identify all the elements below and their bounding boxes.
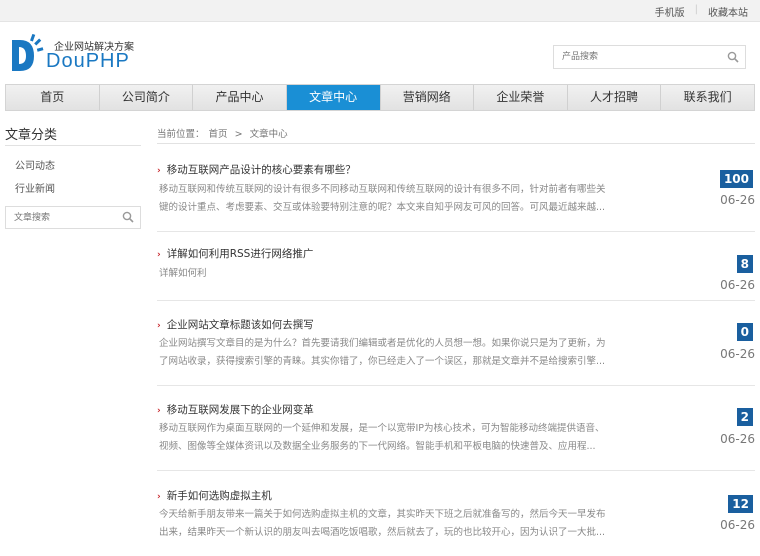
article-desc: 详解如何利: [159, 268, 207, 279]
breadcrumb-prefix: 当前位置：: [157, 129, 205, 140]
sidebar-divider: [5, 145, 141, 146]
article-title-text[interactable]: 企业网站文章标题该如何去撰写: [167, 319, 314, 331]
breadcrumb-current: 文章中心: [249, 129, 288, 140]
breadcrumb-divider: [157, 143, 755, 144]
arrow-icon: ›: [157, 166, 161, 176]
breadcrumb-separator: >: [234, 129, 243, 140]
arrow-icon: ›: [157, 406, 161, 416]
top-links: 手机版 | 收藏本站: [655, 4, 748, 19]
article-item: › 企业网站文章标题该如何去撰写 企业网站撰写文章目的是为什么？首先要请我们编辑或…: [157, 317, 755, 387]
nav-item-jobs[interactable]: 人才招聘: [567, 85, 662, 110]
divider: |: [694, 4, 698, 15]
article-title[interactable]: › 移动互联网产品设计的核心要素有哪些？: [157, 162, 356, 177]
article-divider: [157, 385, 755, 386]
search-icon[interactable]: [727, 51, 739, 66]
favorite-link[interactable]: 收藏本站: [708, 4, 748, 19]
nav-item-honors[interactable]: 企业荣誉: [474, 85, 568, 110]
article-date: 06-26: [720, 518, 755, 532]
article-date: 06-26: [720, 193, 755, 207]
top-bar: 手机版 | 收藏本站: [0, 0, 760, 22]
article-title-text[interactable]: 移动互联网发展下的企业网变革: [167, 404, 314, 416]
arrow-icon: ›: [157, 492, 161, 502]
article-divider: [157, 470, 755, 471]
view-count-badge: 0: [736, 323, 753, 341]
article-date: 06-26: [720, 347, 755, 361]
article-title[interactable]: › 新手如何选购虚拟主机: [157, 488, 272, 503]
article-item: › 移动互联网产品设计的核心要素有哪些？ 移动互联网和传统互联网的设计有很多不同移…: [157, 162, 755, 232]
logo-brand: DouPHP: [46, 50, 130, 72]
product-search: [553, 45, 746, 69]
article-desc: 企业网站撰写文章目的是为什么？首先要请我们编辑或者是优化的人员想一想。如果你说只…: [159, 338, 606, 367]
main-nav: 首页 公司简介 产品中心 文章中心 营销网络 企业荣誉 人才招聘 联系我们: [5, 84, 755, 111]
article-title-text[interactable]: 新手如何选购虚拟主机: [167, 490, 272, 502]
nav-item-about[interactable]: 公司简介: [99, 85, 194, 110]
nav-item-marketing[interactable]: 营销网络: [380, 85, 475, 110]
arrow-icon: ›: [157, 250, 161, 260]
breadcrumb: 当前位置： 首页 > 文章中心: [157, 126, 292, 140]
product-search-input[interactable]: [554, 46, 722, 68]
breadcrumb-home[interactable]: 首页: [209, 129, 228, 140]
arrow-icon: ›: [157, 321, 161, 331]
mobile-link[interactable]: 手机版: [655, 4, 685, 19]
article-title[interactable]: › 企业网站文章标题该如何去撰写: [157, 317, 314, 332]
sidebar-item-company-news[interactable]: 公司动态: [15, 157, 55, 172]
nav-item-contact[interactable]: 联系我们: [661, 85, 754, 110]
nav-item-articles[interactable]: 文章中心: [286, 85, 381, 110]
article-item: › 详解如何利用RSS进行网络推广 详解如何利 8 06-26: [157, 246, 755, 301]
search-icon[interactable]: [122, 211, 134, 226]
site-logo[interactable]: 企业网站解决方案 DouPHP: [10, 32, 150, 74]
article-desc: 移动互联网作为桌面互联网的一个延伸和发展，是一个以宽带IP为核心技术，可为智能移…: [159, 423, 605, 452]
article-title-text[interactable]: 详解如何利用RSS进行网络推广: [167, 248, 314, 260]
article-search-input[interactable]: [6, 207, 118, 228]
article-desc: 移动互联网和传统互联网的设计有很多不同移动互联网和传统互联网的设计有很多不同，针…: [159, 184, 606, 213]
nav-item-home[interactable]: 首页: [6, 85, 100, 110]
view-count-badge: 100: [719, 170, 753, 188]
logo-d-icon: [12, 34, 44, 71]
view-count-badge: 12: [728, 495, 753, 513]
view-count-badge: 2: [736, 408, 753, 426]
article-title[interactable]: › 详解如何利用RSS进行网络推广: [157, 246, 313, 261]
article-search: [5, 206, 141, 229]
article-item: › 移动互联网发展下的企业网变革 移动互联网作为桌面互联网的一个延伸和发展，是一个…: [157, 402, 755, 472]
nav-item-products[interactable]: 产品中心: [193, 85, 287, 110]
article-desc: 今天给新手朋友带来一篇关于如何选购虚拟主机的文章，其实昨天下班之后就准备写的，然…: [159, 509, 606, 538]
article-divider: [157, 300, 755, 301]
view-count-badge: 8: [736, 255, 753, 273]
article-title-text[interactable]: 移动互联网产品设计的核心要素有哪些？: [167, 164, 356, 176]
article-date: 06-26: [720, 432, 755, 446]
article-date: 06-26: [720, 278, 755, 292]
sidebar-item-industry-news[interactable]: 行业新闻: [15, 180, 55, 195]
sidebar-title: 文章分类: [5, 128, 58, 143]
article-divider: [157, 231, 755, 232]
article-title[interactable]: › 移动互联网发展下的企业网变革: [157, 402, 314, 417]
article-item: › 新手如何选购虚拟主机 今天给新手朋友带来一篇关于如何选购虚拟主机的文章，其实昨…: [157, 488, 755, 556]
